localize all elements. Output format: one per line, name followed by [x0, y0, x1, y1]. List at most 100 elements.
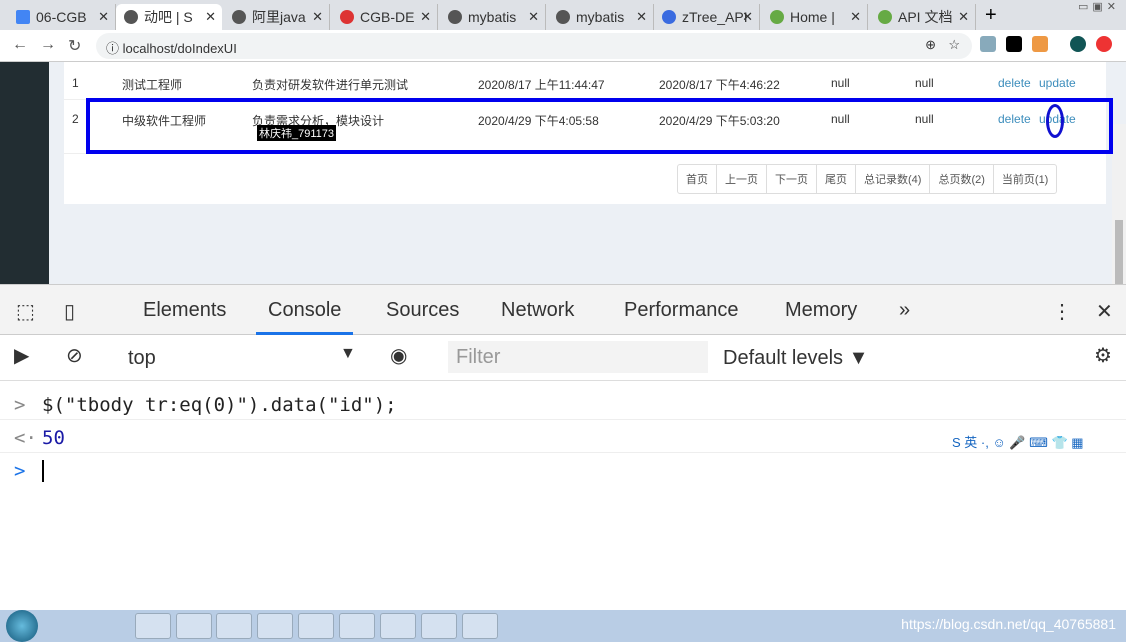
close-devtools-icon[interactable]: ✕	[1096, 299, 1113, 324]
taskbar-app[interactable]	[54, 613, 90, 639]
tab[interactable]: 06-CGB ✕	[8, 4, 116, 30]
reload-icon[interactable]: ↻	[68, 36, 81, 56]
close-icon[interactable]: ✕	[420, 9, 431, 25]
ime-toolbar[interactable]: S 英 ·, ☺ 🎤 ⌨ 👕 ▦	[952, 432, 1084, 451]
first-page-button[interactable]: 首页	[678, 165, 717, 193]
console-line: > $("tbody tr:eq(0)").data("id");	[0, 387, 1126, 420]
info-icon: ⓘ	[106, 41, 123, 56]
eye-icon[interactable]: ◉	[390, 343, 407, 368]
console-input[interactable]: >	[0, 453, 1126, 486]
prev-page-button[interactable]: 上一页	[717, 165, 767, 193]
console-toolbar: ▶ ⊘ top ▼ ◉ Filter Default levels ▼ ⚙	[0, 335, 1126, 381]
last-page-button[interactable]: 尾页	[817, 165, 856, 193]
paw-icon	[662, 10, 676, 24]
taskbar-app[interactable]	[257, 613, 293, 639]
forward-icon[interactable]: →	[40, 36, 56, 54]
globe-icon	[448, 10, 462, 24]
total-pages: 总页数(2)	[930, 165, 994, 193]
gear-icon[interactable]: ⚙	[1094, 343, 1112, 368]
chevron-down-icon[interactable]: ▼	[340, 345, 356, 363]
tab-console[interactable]: Console	[256, 299, 354, 335]
start-button[interactable]	[6, 610, 38, 642]
taskbar-app[interactable]	[135, 613, 171, 639]
close-icon[interactable]: ✕	[958, 9, 969, 25]
tab[interactable]: mybatis ✕	[440, 4, 546, 30]
taskbar-app[interactable]	[380, 613, 416, 639]
new-tab-button[interactable]: +	[985, 4, 997, 27]
tab-network[interactable]: Network	[501, 299, 574, 322]
context-select[interactable]: top	[128, 347, 156, 370]
extension-icon[interactable]	[1032, 36, 1048, 52]
taskbar-app[interactable]	[176, 613, 212, 639]
taskbar-app[interactable]	[298, 613, 334, 639]
star-icon[interactable]: ☆	[948, 37, 960, 53]
tab[interactable]: mybatis ✕	[548, 4, 654, 30]
filter-input[interactable]: Filter	[448, 341, 708, 373]
cell: 测试工程师	[122, 78, 183, 92]
taskbar-app[interactable]	[421, 613, 457, 639]
result-prompt: <·	[14, 427, 37, 449]
taskbar-app[interactable]	[96, 613, 132, 639]
globe-icon	[556, 10, 570, 24]
cell: 2020/8/17 下午4:46:22	[659, 78, 780, 92]
back-icon[interactable]: ←	[12, 36, 28, 54]
update-link[interactable]: update	[1039, 76, 1076, 90]
cell: 2	[72, 112, 79, 126]
tab-performance[interactable]: Performance	[624, 299, 739, 322]
tab[interactable]: 动吧 | S ✕	[116, 4, 222, 30]
tab-elements[interactable]: Elements	[143, 299, 226, 322]
tab[interactable]: Home | ✕	[762, 4, 868, 30]
cell: null	[831, 76, 850, 90]
close-icon[interactable]: ✕	[528, 9, 539, 25]
url-input[interactable]: ⓘ localhost/doIndexUI ☆ ⊕	[96, 33, 972, 59]
tab[interactable]: API 文档 ✕	[870, 4, 976, 30]
close-icon[interactable]: ✕	[742, 9, 753, 25]
taskbar: https://blog.csdn.net/qq_40765881	[0, 610, 1126, 642]
globe-icon	[124, 10, 138, 24]
device-toolbar-icon[interactable]: ▯	[64, 299, 75, 324]
address-bar-row: ← → ↻ ⓘ localhost/doIndexUI ☆ ⊕	[0, 30, 1126, 62]
globe-icon	[232, 10, 246, 24]
clear-console-icon[interactable]: ⊘	[66, 343, 83, 368]
extension-icon[interactable]	[1096, 36, 1112, 52]
extension-icon[interactable]	[1006, 36, 1022, 52]
g-icon	[340, 10, 354, 24]
tab-sources[interactable]: Sources	[386, 299, 459, 322]
tab-memory[interactable]: Memory	[785, 299, 857, 322]
input-prompt: >	[14, 394, 26, 416]
cell: 1	[72, 76, 79, 90]
taskbar-app[interactable]	[339, 613, 375, 639]
console-command: $("tbody tr:eq(0)").data("id");	[42, 394, 397, 416]
sidebar	[0, 62, 49, 284]
inspect-icon[interactable]: ⬚	[16, 299, 35, 324]
taskbar-app[interactable]	[462, 613, 498, 639]
close-icon[interactable]: ✕	[98, 9, 109, 25]
tab[interactable]: zTree_API ✕	[654, 4, 760, 30]
taskbar-app[interactable]	[216, 613, 252, 639]
next-page-button[interactable]: 下一页	[767, 165, 817, 193]
window-controls[interactable]: ▭▣✕	[1078, 0, 1120, 13]
cell: 2020/8/17 上午11:44:47	[478, 78, 605, 92]
current-page: 当前页(1)	[1001, 174, 1049, 186]
kebab-menu-icon[interactable]: ⋮	[1052, 299, 1072, 324]
delete-link[interactable]: delete	[998, 76, 1031, 90]
tab-strip: 06-CGB ✕ 动吧 | S ✕ 阿里java ✕ CGB-DE ✕ mybatis ✕…	[0, 0, 1126, 30]
close-icon[interactable]: ✕	[205, 9, 216, 25]
watermark: 林庆祎_791173	[257, 125, 337, 141]
sidebar-toggle-icon[interactable]: ▶	[14, 343, 29, 368]
cell: null	[915, 76, 934, 90]
tab[interactable]: 阿里java ✕	[224, 4, 330, 30]
console-result: 50	[42, 427, 65, 449]
close-icon[interactable]: ✕	[312, 9, 323, 25]
zoom-icon[interactable]: ⊕	[925, 37, 936, 53]
table-row: 1 测试工程师 负责对研发软件进行单元测试 2020/8/17 上午11:44:…	[64, 64, 1106, 100]
close-icon[interactable]: ✕	[850, 9, 861, 25]
watermark: https://blog.csdn.net/qq_40765881	[901, 616, 1116, 632]
close-icon[interactable]: ✕	[636, 9, 647, 25]
tab[interactable]: CGB-DE ✕	[332, 4, 438, 30]
profile-icon[interactable]	[1070, 36, 1086, 52]
extension-icon[interactable]	[980, 36, 996, 52]
highlight-annotation	[86, 98, 1113, 154]
more-tabs-button[interactable]: »	[899, 299, 910, 322]
log-levels-select[interactable]: Default levels ▼	[723, 347, 868, 370]
